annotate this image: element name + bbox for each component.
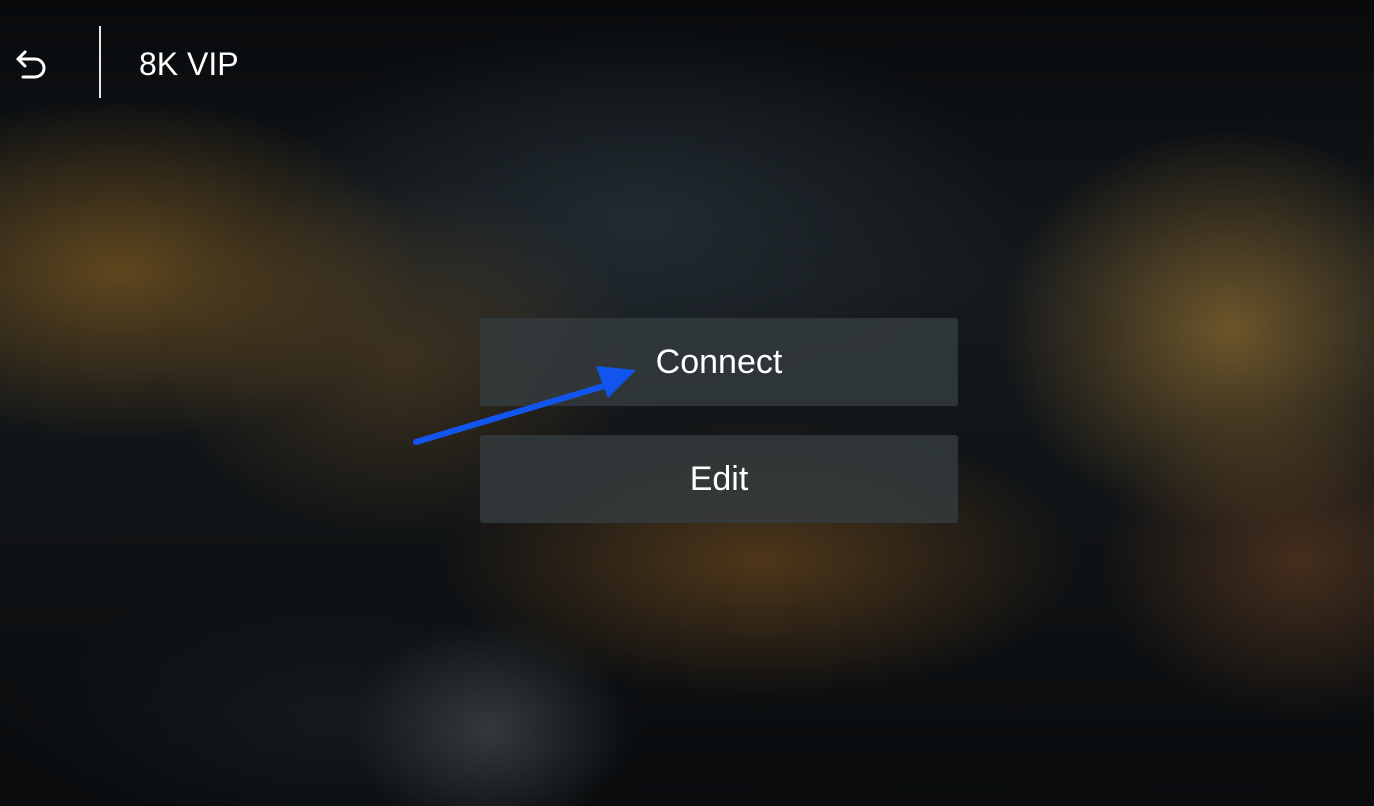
edit-button-label: Edit <box>689 459 749 498</box>
edit-button[interactable]: Edit <box>480 435 958 523</box>
back-button[interactable] <box>10 42 54 86</box>
top-bar: 8K VIP <box>0 0 1374 120</box>
back-arrow-icon <box>16 50 46 79</box>
page-title: 8K VIP <box>139 46 239 82</box>
connect-button-label: Connect <box>655 342 783 381</box>
screen: 8K VIP Connect Edit <box>0 0 1374 806</box>
connect-button[interactable]: Connect <box>480 318 958 406</box>
header-divider <box>99 26 101 98</box>
